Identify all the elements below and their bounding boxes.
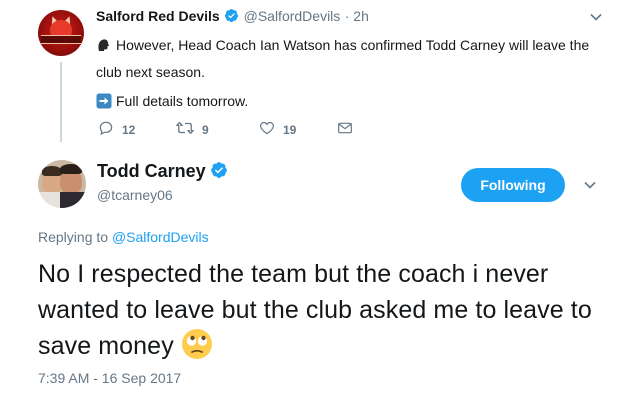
right-arrow-icon xyxy=(96,93,112,114)
direct-message-button[interactable] xyxy=(337,120,361,139)
tweet1-author-name[interactable]: Salford Red Devils xyxy=(96,8,220,24)
verified-badge-icon xyxy=(210,161,228,184)
reply-icon xyxy=(98,120,122,139)
heart-icon xyxy=(259,120,283,139)
following-button[interactable]: Following xyxy=(461,168,565,202)
face-with-rolling-eyes-icon xyxy=(181,328,213,370)
like-count: 19 xyxy=(283,122,297,137)
like-button[interactable]: 19 xyxy=(259,120,296,139)
tweet2-author-handle[interactable]: @tcarney06 xyxy=(97,187,173,203)
salford-avatar[interactable] xyxy=(38,10,84,56)
thread-connector-line xyxy=(60,62,62,142)
tweet1-details-line: Full details tomorrow. xyxy=(96,91,248,114)
tweet2-body: No I respected the team but the coach i … xyxy=(38,260,592,360)
tcarney-avatar[interactable] xyxy=(38,160,86,208)
retweet-icon xyxy=(175,120,202,139)
retweet-count: 9 xyxy=(202,122,209,137)
chevron-down-icon[interactable] xyxy=(583,178,597,197)
retweet-button[interactable]: 9 xyxy=(175,120,209,139)
reply-count: 12 xyxy=(122,122,136,137)
chevron-down-icon[interactable] xyxy=(589,10,603,29)
tweet2-author-name[interactable]: Todd Carney xyxy=(97,161,206,181)
replying-to: Replying to @SalfordDevils xyxy=(38,229,209,245)
tweet1-line2: Full details tomorrow. xyxy=(116,93,249,109)
replying-to-link[interactable]: @SalfordDevils xyxy=(112,229,209,245)
tweet1-line1: However, Head Coach Ian Watson has confi… xyxy=(96,37,590,80)
reply-button[interactable]: 12 xyxy=(98,120,135,139)
replying-prefix: Replying to xyxy=(38,229,112,245)
tweet1-author-handle[interactable]: @SalfordDevils xyxy=(244,8,341,24)
tweet2-header: Todd Carney xyxy=(97,161,228,184)
tweet1-text: However, Head Coach Ian Watson has confi… xyxy=(96,33,616,84)
speaking-head-icon xyxy=(96,36,112,60)
tweet1-actions: 12 9 19 xyxy=(96,120,396,140)
tweet1-header: Salford Red Devils @SalfordDevils · 2h xyxy=(96,8,369,28)
envelope-icon xyxy=(337,120,361,139)
tweet1-time[interactable]: · 2h xyxy=(345,8,369,24)
verified-badge-icon xyxy=(224,8,239,28)
tweet2-timestamp[interactable]: 7:39 AM - 16 Sep 2017 xyxy=(38,370,181,386)
tweet2-text: No I respected the team but the coach i … xyxy=(38,256,618,370)
